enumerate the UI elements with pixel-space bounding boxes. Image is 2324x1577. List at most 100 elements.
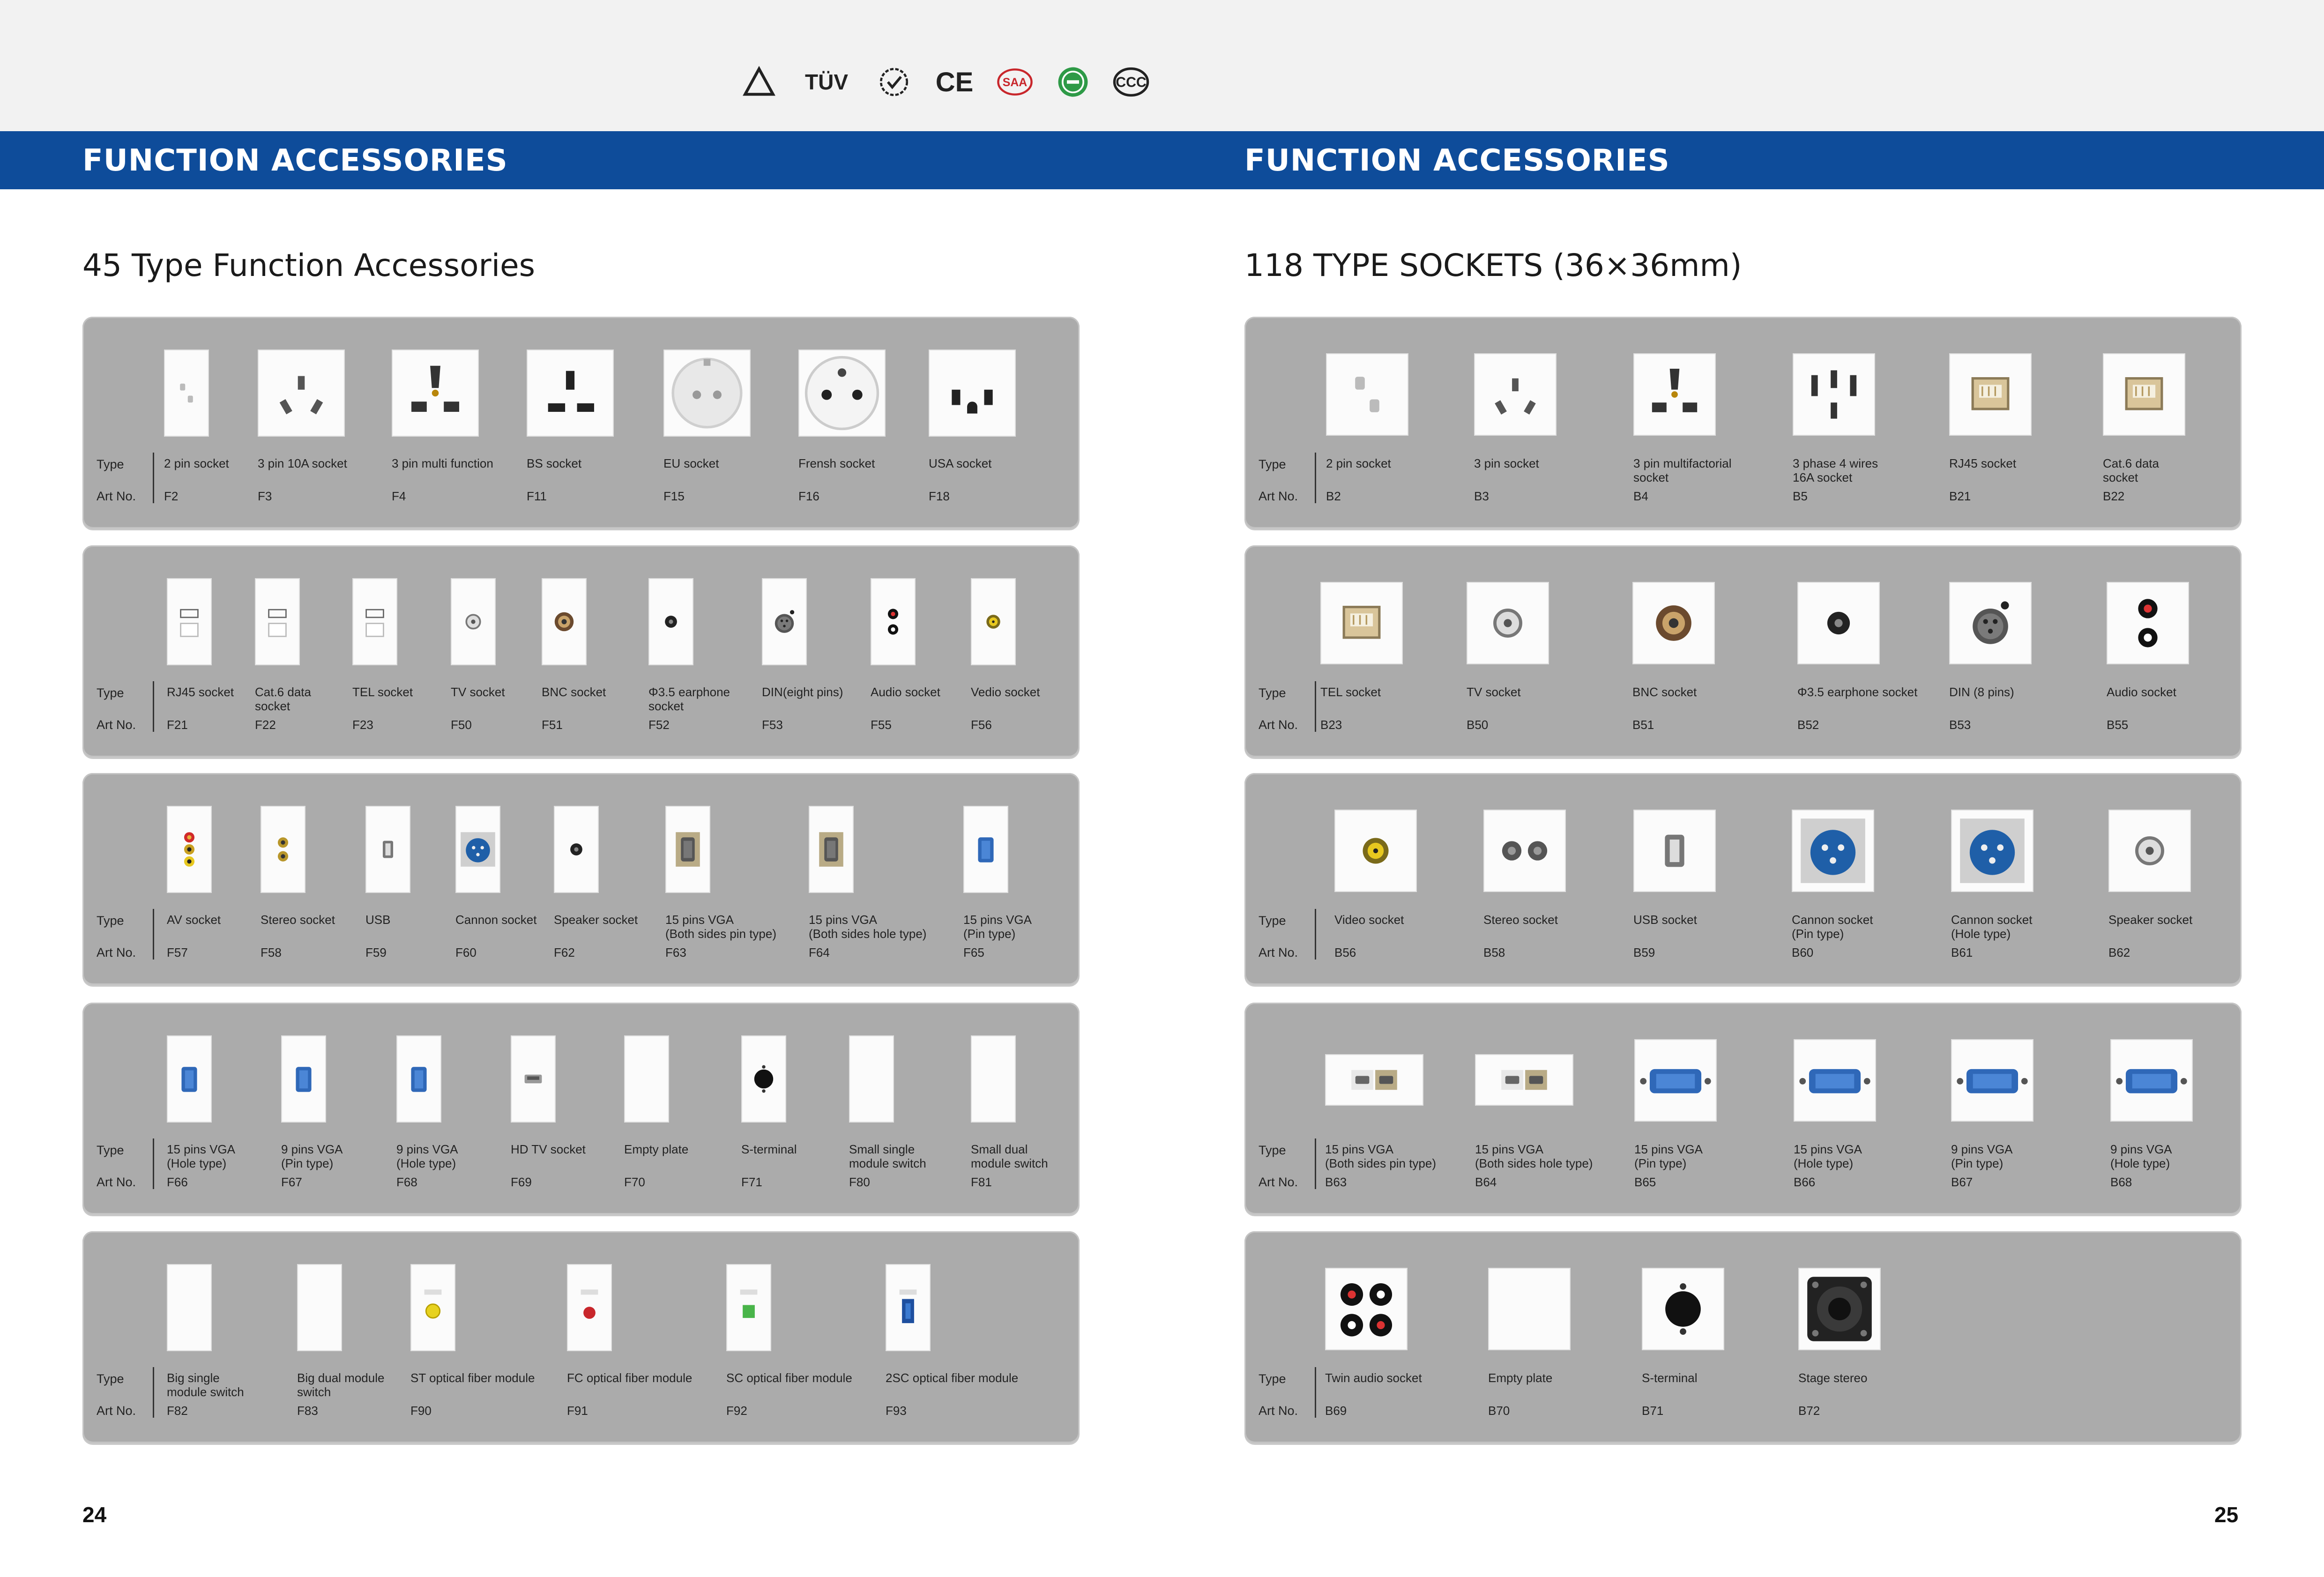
label-divider [153,453,154,503]
product-art-no: F92 [726,1404,747,1418]
certification-marks: TÜV CE SAA CCC [740,61,1150,103]
product-type: 3 phase 4 wires 16A socket [1793,456,1878,484]
product-art-no: F51 [542,718,563,732]
product-art-no: B69 [1325,1404,1347,1418]
product-art-no: B3 [1474,489,1489,503]
product-type: Empty plate [1488,1371,1553,1385]
usa-icon [929,350,1016,437]
product-art-no: F56 [971,718,992,732]
product-type: DIN (8 pins) [1949,685,2014,699]
product-art-no: B59 [1633,945,1655,960]
label-divider [153,1367,154,1418]
product-type: Small dual module switch [971,1142,1048,1170]
rj45-port-icon [1320,582,1403,664]
2pin-icon [164,350,209,437]
type-row-label: Type [1259,457,1286,471]
product-type: Cannon socket (Pin type) [1792,913,1873,941]
product-type: Vedio socket [971,685,1040,699]
type-row-label: Type [97,914,124,928]
vga-blue-h-icon [1951,1039,2034,1122]
product-type: Stereo socket [1483,913,1558,927]
audio2-icon [871,578,916,665]
product-panel: Type Art No. AV socket F57 Stereo socket F58 U… [82,773,1080,985]
product-art-no: F16 [798,489,819,503]
empty-icon [297,1264,342,1351]
product-art-no: B58 [1483,945,1505,960]
product-art-no: F62 [554,945,575,960]
vga-blue-icon [396,1035,441,1123]
product-art-no: F2 [164,489,179,503]
3pin-icon [1474,353,1557,436]
product-art-no: F83 [297,1404,318,1418]
laurel-check-icon [875,63,913,101]
product-type: 15 pins VGA (Hole type) [1794,1142,1862,1170]
product-art-no: F60 [455,945,477,960]
type-row-label: Type [1259,1143,1286,1157]
product-type: 15 pins VGA (Pin type) [963,913,1032,941]
product-type: Speaker socket [2108,913,2193,927]
2pin-icon [1326,353,1408,436]
product-type: Φ3.5 earphone socket [1797,685,1918,699]
product-type: Small single module switch [849,1142,926,1170]
product-art-no: F22 [255,718,276,732]
label-divider [1315,1367,1316,1418]
tv-icon [1467,582,1549,664]
stereo-h-icon [1483,810,1566,892]
left-page-number: 24 [82,1503,107,1527]
product-art-no: F80 [849,1175,870,1189]
tuv-mark: TÜV [805,70,848,94]
art-no-row-label: Art No. [1259,1175,1298,1189]
label-divider [1315,909,1316,960]
type-row-label: Type [97,457,124,471]
product-art-no: F57 [167,945,188,960]
type-row-label: Type [97,1143,124,1157]
product-type: Stage stereo [1798,1371,1868,1385]
product-panel: Type Art No. RJ45 socket F21 Cat.6 data sock… [82,545,1080,757]
vga-blue-icon [167,1035,212,1123]
fiber-blue-icon [886,1264,931,1351]
label-divider [153,909,154,960]
jack-icon [1797,582,1880,664]
product-type: BS socket [527,456,582,470]
xlr-icon [1951,810,2034,892]
product-type: USA socket [929,456,992,470]
type-row-label: Type [97,686,124,700]
ccc-text: CCC [1116,75,1146,90]
din-icon [1949,582,2032,664]
product-art-no: B53 [1949,718,1971,732]
product-art-no: F58 [261,945,282,960]
multi-icon [392,350,479,437]
rca-yellow-icon [971,578,1016,665]
product-art-no: B23 [1320,718,1342,732]
product-type: 15 pins VGA (Both sides pin type) [665,913,777,941]
din-icon [762,578,807,665]
tv-icon [2108,810,2191,892]
bs-icon [527,350,614,437]
product-type: 15 pins VGA (Both sides pin type) [1325,1142,1437,1170]
product-type: 3 pin multi function [392,456,493,470]
product-art-no: B61 [1951,945,1973,960]
vga-blue-h-icon [1794,1039,1876,1122]
empty-icon [624,1035,669,1123]
empty-icon [1488,1268,1571,1350]
product-panel: Type Art No. 2 pin socket F2 3 pin 10A socke… [82,317,1080,528]
product-type: BNC socket [1632,685,1697,699]
right-banner-title: FUNCTION ACCESSORIES [1244,143,1670,178]
saa-mark: SAA [996,63,1034,101]
3pin-icon [258,350,345,437]
ce-mark: CE [935,67,974,97]
rj45-port-icon [2103,353,2185,436]
vga-blue-h-icon [1634,1039,1717,1122]
type-row-label: Type [1259,914,1286,928]
product-art-no: F82 [167,1404,188,1418]
product-art-no: F67 [281,1175,302,1189]
product-type: ST optical fiber module [410,1371,535,1385]
usb-icon [1633,810,1716,892]
product-art-no: F64 [809,945,830,960]
art-no-row-label: Art No. [1259,718,1298,732]
product-art-no: F71 [741,1175,762,1189]
product-art-no: F66 [167,1175,188,1189]
vga-wide-icon [1325,1054,1423,1106]
product-art-no: F70 [624,1175,645,1189]
bnc-icon [1632,582,1715,664]
